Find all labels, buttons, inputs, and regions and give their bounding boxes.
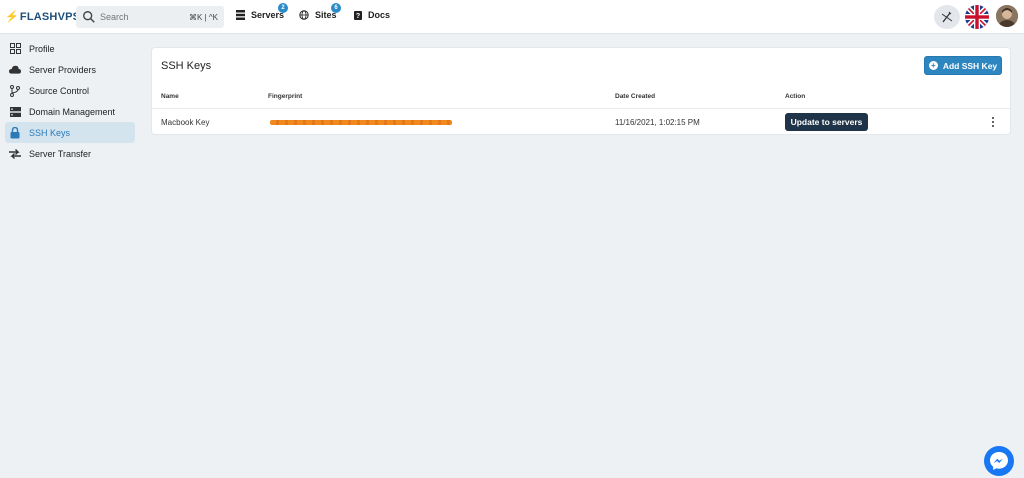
tools-button[interactable] <box>934 5 960 29</box>
nav-docs-label: Docs <box>368 10 391 20</box>
table-divider <box>152 108 1010 109</box>
sidebar-item-label: Server Providers <box>29 64 97 75</box>
lock-icon <box>9 126 21 139</box>
svg-text:?: ? <box>356 13 360 20</box>
search-input[interactable] <box>100 12 186 22</box>
sidebar-item-label: SSH Keys <box>29 127 71 138</box>
nav-sites[interactable]: Sites 6 <box>299 3 341 20</box>
sidebar-item-label: Profile <box>29 43 55 54</box>
top-bar: ⚡ FLASHVPS ⌘K | ^K Servers 2 Sites 6 ? D… <box>0 0 1024 34</box>
avatar-photo-icon <box>996 5 1018 27</box>
column-header-name: Name <box>161 93 179 100</box>
brand-logo[interactable]: ⚡ FLASHVPS <box>5 10 81 24</box>
key-name-cell: Macbook Key <box>161 118 210 127</box>
column-header-fingerprint: Fingerprint <box>268 93 303 100</box>
sidebar-item-label: Server Transfer <box>29 148 92 159</box>
servers-count-badge: 2 <box>278 3 288 13</box>
add-ssh-key-button[interactable]: + Add SSH Key <box>924 56 1002 75</box>
sidebar-item-source-control[interactable]: Source Control <box>5 80 135 101</box>
sidebar: Profile Server Providers Source Control … <box>0 38 140 164</box>
sidebar-item-server-providers[interactable]: Server Providers <box>5 59 135 80</box>
ssh-keys-card: SSH Keys + Add SSH Key Name Fingerprint … <box>151 47 1011 135</box>
redacted-fingerprint <box>270 120 452 125</box>
cloud-icon <box>9 64 21 76</box>
date-created-cell: 11/16/2021, 1:02:15 PM <box>615 118 700 127</box>
sidebar-item-server-transfer[interactable]: Server Transfer <box>5 143 135 164</box>
plus-circle-icon: + <box>928 61 938 70</box>
server-rack-icon <box>9 106 21 118</box>
sidebar-item-profile[interactable]: Profile <box>5 38 135 59</box>
column-header-action: Action <box>785 93 806 100</box>
sidebar-item-ssh-keys[interactable]: SSH Keys <box>5 122 135 143</box>
nav-servers[interactable]: Servers 2 <box>236 3 288 20</box>
transfer-arrows-icon <box>9 148 21 160</box>
uk-flag-icon <box>965 5 989 29</box>
help-book-icon: ? <box>354 10 362 20</box>
grid-icon <box>9 43 21 55</box>
page-title: SSH Keys <box>161 60 212 72</box>
language-uk-flag[interactable] <box>965 5 989 29</box>
nav-docs[interactable]: ? Docs <box>354 10 390 20</box>
sidebar-item-label: Source Control <box>29 85 90 96</box>
bolt-icon: ⚡ <box>5 11 19 23</box>
messenger-chat-button[interactable] <box>984 446 1014 476</box>
wand-icon <box>941 11 953 23</box>
row-menu-kebab-icon[interactable] <box>990 115 996 129</box>
search-shortcut: ⌘K | ^K <box>189 12 218 22</box>
user-avatar[interactable] <box>996 5 1018 27</box>
sites-count-badge: 6 <box>331 3 341 13</box>
search-box[interactable]: ⌘K | ^K <box>76 6 224 28</box>
update-to-servers-button[interactable]: Update to servers <box>785 113 868 131</box>
add-ssh-key-label: Add SSH Key <box>942 60 998 71</box>
messenger-icon <box>990 452 1008 470</box>
git-branch-icon <box>9 84 21 97</box>
sidebar-item-label: Domain Management <box>29 106 116 117</box>
sidebar-item-domain-management[interactable]: Domain Management <box>5 101 135 122</box>
globe-icon <box>299 10 309 20</box>
search-icon <box>83 11 95 23</box>
column-header-date-created: Date Created <box>615 93 656 100</box>
server-stack-icon <box>236 10 245 20</box>
brand-name: FLASHVPS <box>19 10 81 23</box>
